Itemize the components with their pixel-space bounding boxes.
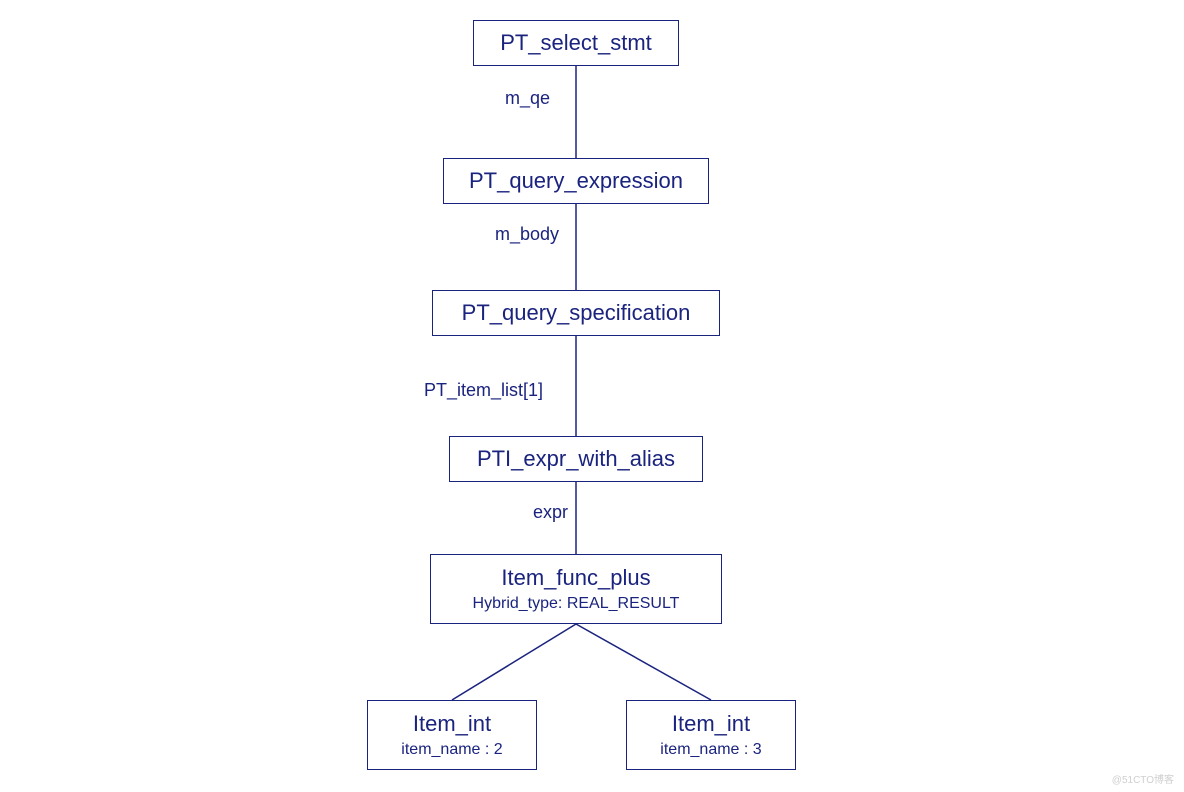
node-item-func-plus: Item_func_plus Hybrid_type: REAL_RESULT — [430, 554, 722, 624]
node-pt-select-stmt: PT_select_stmt — [473, 20, 679, 66]
node-title: Item_int — [672, 711, 750, 737]
node-title: PT_query_specification — [462, 300, 691, 326]
edge-label-pt-item-list: PT_item_list[1] — [424, 380, 543, 401]
watermark: @51CTO博客 — [1112, 771, 1174, 786]
node-title: PTI_expr_with_alias — [477, 446, 675, 472]
node-subtitle: item_name : 2 — [401, 740, 502, 759]
node-pt-query-specification: PT_query_specification — [432, 290, 720, 336]
node-title: Item_int — [413, 711, 491, 737]
edge-label-m-body: m_body — [495, 224, 559, 245]
node-subtitle: item_name : 3 — [660, 740, 761, 759]
node-item-int-left: Item_int item_name : 2 — [367, 700, 537, 770]
edge-label-m-qe: m_qe — [505, 88, 550, 109]
node-item-int-right: Item_int item_name : 3 — [626, 700, 796, 770]
node-pt-query-expression: PT_query_expression — [443, 158, 709, 204]
node-pti-expr-with-alias: PTI_expr_with_alias — [449, 436, 703, 482]
node-subtitle: Hybrid_type: REAL_RESULT — [473, 594, 680, 613]
node-title: PT_query_expression — [469, 168, 683, 194]
node-title: Item_func_plus — [501, 565, 650, 591]
connector-lines — [0, 0, 1184, 792]
edge-label-expr: expr — [533, 502, 568, 523]
node-title: PT_select_stmt — [500, 30, 652, 56]
